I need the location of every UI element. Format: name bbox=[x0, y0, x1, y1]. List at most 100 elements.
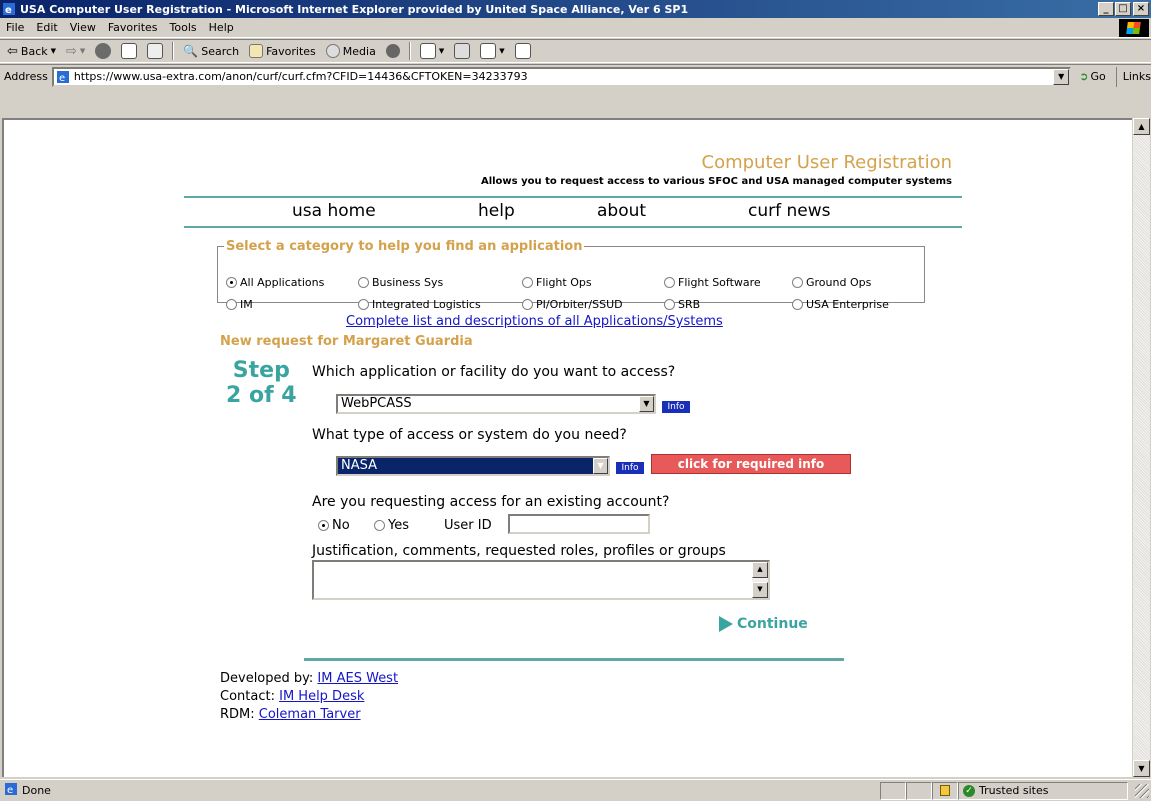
favorites-button[interactable]: Favorites bbox=[246, 41, 319, 61]
page-content: Computer User Registration Allows you to… bbox=[4, 120, 1132, 777]
resize-grip-icon[interactable] bbox=[1135, 783, 1149, 798]
refresh-button[interactable] bbox=[118, 41, 140, 61]
trusted-check-icon: ✓ bbox=[963, 784, 975, 797]
menu-tools[interactable]: Tools bbox=[164, 21, 203, 34]
radio-label: USA Enterprise bbox=[806, 298, 889, 311]
edit-button[interactable]: ▼ bbox=[477, 41, 507, 61]
category-radio-flight-software[interactable]: Flight Software bbox=[664, 276, 761, 289]
developed-by-link[interactable]: IM AES West bbox=[317, 671, 398, 686]
forward-button[interactable]: ⇨ ▼ bbox=[63, 41, 88, 61]
media-button[interactable]: Media bbox=[323, 41, 379, 61]
existing-yes-radio[interactable]: Yes bbox=[374, 518, 409, 533]
step-number: 2 of 4 bbox=[226, 383, 297, 408]
justification-textarea[interactable]: ▲ ▼ bbox=[312, 560, 770, 600]
media-icon bbox=[325, 44, 340, 58]
question-existing-account: Are you requesting access for an existin… bbox=[312, 494, 670, 510]
access-info-button[interactable]: Info bbox=[616, 462, 644, 474]
go-arrow-icon: ➲ bbox=[1079, 70, 1089, 83]
menu-view[interactable]: View bbox=[64, 21, 102, 34]
ie-app-icon: e bbox=[2, 2, 16, 16]
menu-file[interactable]: File bbox=[0, 21, 30, 34]
links-button[interactable]: Links bbox=[1115, 66, 1151, 87]
page-scrollbar[interactable]: ▲ ▼ bbox=[1133, 118, 1150, 777]
category-radio-srb[interactable]: SRB bbox=[664, 298, 700, 311]
scroll-up-arrow-icon[interactable]: ▲ bbox=[1133, 118, 1150, 135]
category-radio-all-applications[interactable]: All Applications bbox=[226, 276, 324, 289]
category-radio-pi-orbiter-ssud[interactable]: PI/Orbiter/SSUD bbox=[522, 298, 623, 311]
radio-label: IM bbox=[240, 298, 253, 311]
scroll-up-arrow-icon[interactable]: ▲ bbox=[752, 562, 768, 578]
question-justification: Justification, comments, requested roles… bbox=[312, 543, 726, 559]
application-select[interactable]: WebPCASS ▼ bbox=[336, 394, 656, 414]
header-divider-bottom bbox=[184, 226, 962, 228]
required-info-button[interactable]: click for required info bbox=[651, 454, 851, 474]
radio-dot bbox=[522, 299, 533, 310]
menu-help[interactable]: Help bbox=[203, 21, 240, 34]
chevron-down-icon: ▼ bbox=[438, 47, 445, 55]
address-input[interactable]: e https://www.usa-extra.com/anon/curf/cu… bbox=[51, 66, 1072, 87]
search-icon: 🔍 bbox=[183, 44, 199, 58]
nav-help[interactable]: help bbox=[478, 201, 515, 221]
new-request-heading: New request for Margaret Guardia bbox=[220, 334, 473, 349]
contact-label: Contact: bbox=[220, 689, 275, 704]
menu-edit[interactable]: Edit bbox=[30, 21, 63, 34]
back-button[interactable]: ⇦ Back ▼ bbox=[4, 41, 59, 61]
page-icon: e bbox=[56, 70, 70, 84]
existing-no-radio[interactable]: No bbox=[318, 518, 350, 533]
window-title: USA Computer User Registration - Microso… bbox=[20, 2, 689, 16]
close-button[interactable]: × bbox=[1133, 2, 1149, 16]
svg-text:e: e bbox=[7, 785, 13, 796]
category-radio-ground-ops[interactable]: Ground Ops bbox=[792, 276, 871, 289]
nav-about[interactable]: about bbox=[597, 201, 646, 221]
stop-icon bbox=[95, 43, 112, 59]
category-radio-business-sys[interactable]: Business Sys bbox=[358, 276, 443, 289]
status-main: e Done bbox=[0, 782, 880, 799]
history-button[interactable] bbox=[383, 41, 403, 61]
scroll-down-arrow-icon[interactable]: ▼ bbox=[1133, 760, 1150, 777]
home-icon bbox=[147, 43, 164, 59]
window-title-bar: e USA Computer User Registration - Micro… bbox=[0, 0, 1151, 18]
category-radio-integrated-logistics[interactable]: Integrated Logistics bbox=[358, 298, 481, 311]
minimize-button[interactable]: _ bbox=[1098, 2, 1114, 16]
category-radio-flight-ops[interactable]: Flight Ops bbox=[522, 276, 592, 289]
userid-input[interactable] bbox=[508, 514, 650, 534]
home-button[interactable] bbox=[144, 41, 166, 61]
radio-label: All Applications bbox=[240, 276, 325, 289]
stop-button[interactable] bbox=[92, 41, 114, 61]
search-button[interactable]: 🔍 Search bbox=[180, 41, 242, 61]
continue-button[interactable]: Continue bbox=[719, 616, 808, 632]
go-button[interactable]: ➲ Go bbox=[1079, 70, 1105, 83]
nav-curf-news[interactable]: curf news bbox=[748, 201, 831, 221]
maximize-button[interactable]: □ bbox=[1115, 2, 1131, 16]
radio-label: PI/Orbiter/SSUD bbox=[536, 298, 623, 311]
status-panel bbox=[880, 781, 906, 800]
lock-icon bbox=[940, 785, 950, 796]
discuss-button[interactable] bbox=[512, 41, 534, 61]
application-info-button[interactable]: Info bbox=[662, 401, 690, 413]
zone-text: Trusted sites bbox=[979, 784, 1049, 797]
scroll-down-arrow-icon[interactable]: ▼ bbox=[752, 582, 768, 598]
toolbar-separator bbox=[408, 42, 411, 60]
status-panel bbox=[906, 781, 932, 800]
category-radio-im[interactable]: IM bbox=[226, 298, 253, 311]
radio-dot bbox=[522, 277, 533, 288]
radio-dot bbox=[792, 277, 803, 288]
access-type-select[interactable]: NASA ▼ bbox=[336, 456, 610, 476]
radio-label: Ground Ops bbox=[806, 276, 872, 289]
print-button[interactable] bbox=[451, 41, 473, 61]
address-dropdown-button[interactable]: ▼ bbox=[1053, 68, 1070, 85]
go-label: Go bbox=[1090, 70, 1106, 83]
page-viewport: Computer User Registration Allows you to… bbox=[2, 118, 1132, 777]
radio-dot bbox=[318, 520, 329, 531]
menu-favorites[interactable]: Favorites bbox=[102, 21, 164, 34]
refresh-icon bbox=[121, 43, 138, 59]
textarea-scrollbar[interactable]: ▲ ▼ bbox=[752, 562, 768, 598]
contact-link[interactable]: IM Help Desk bbox=[279, 689, 364, 704]
complete-list-link[interactable]: Complete list and descriptions of all Ap… bbox=[346, 314, 723, 329]
svg-text:e: e bbox=[5, 5, 12, 16]
nav-usa-home[interactable]: usa home bbox=[292, 201, 376, 221]
footer: Developed by: IM AES West Contact: IM He… bbox=[220, 670, 398, 724]
rdm-link[interactable]: Coleman Tarver bbox=[259, 707, 361, 722]
mail-button[interactable]: ▼ bbox=[417, 41, 447, 61]
category-radio-usa-enterprise[interactable]: USA Enterprise bbox=[792, 298, 889, 311]
